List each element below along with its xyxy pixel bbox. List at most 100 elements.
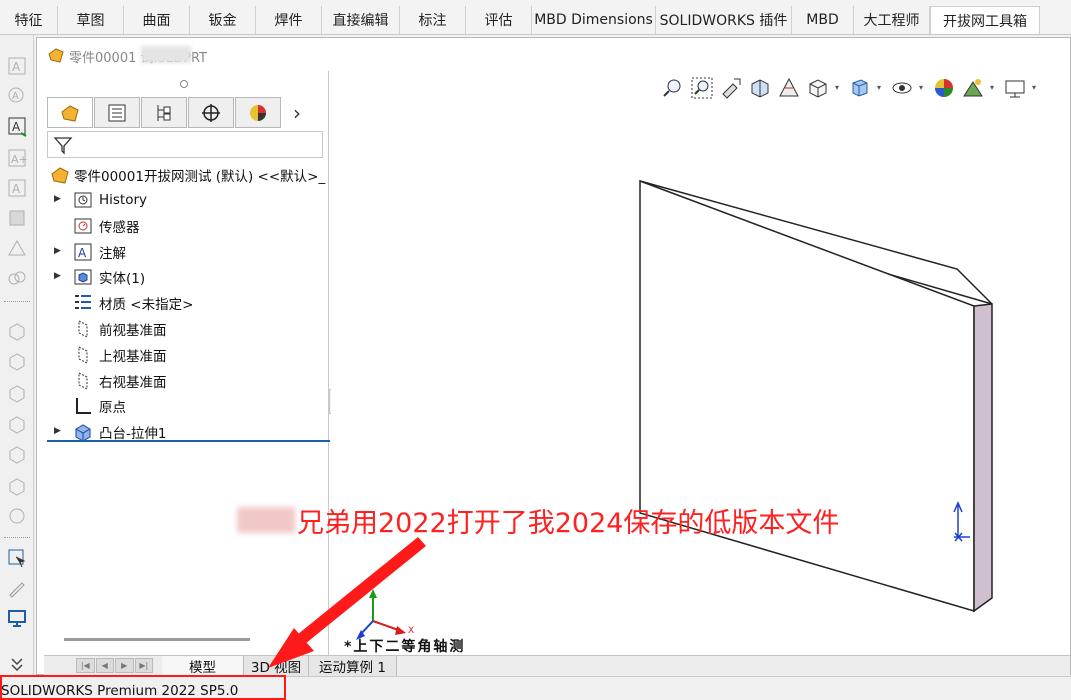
part-side-face[interactable] bbox=[973, 303, 993, 613]
feature-tree-item-label: 材质 <未指定> bbox=[99, 297, 194, 314]
ribbon-tab[interactable]: SOLIDWORKS 插件 bbox=[656, 6, 792, 34]
feature-manager-panel: › 零件00001开拔网测试 (默认) <<默认>_ ▶ History 传感器 ▶ A… bbox=[44, 71, 337, 656]
auto-balloon-icon[interactable]: A+ bbox=[6, 147, 28, 169]
feature-tree-item-label: 右视基准面 bbox=[99, 374, 167, 391]
tree-rollback-bar[interactable] bbox=[47, 440, 330, 442]
redacted-name bbox=[141, 46, 191, 63]
tree-filter-box[interactable] bbox=[47, 131, 323, 158]
svg-text:A: A bbox=[12, 120, 21, 134]
balloon-icon[interactable]: A bbox=[6, 85, 28, 107]
feature-tree-item[interactable]: 传感器 bbox=[44, 214, 329, 238]
tab-feature-manager[interactable] bbox=[47, 97, 93, 128]
annotation-icon: A bbox=[74, 243, 92, 261]
configuration-manager-icon bbox=[157, 104, 171, 121]
graphics-area[interactable]: ▾ ▾ ▾ ▾ ▾ Y X *上下二等角轴测 bbox=[331, 71, 1070, 656]
sensor-icon bbox=[74, 218, 92, 234]
feature-tree-item-label: 实体(1) bbox=[99, 271, 146, 288]
reference-triad[interactable] bbox=[356, 589, 406, 640]
feature-tree-root[interactable]: 零件00001开拔网测试 (默认) <<默认>_ bbox=[44, 163, 329, 187]
ribbon-tab[interactable]: 大工程师 bbox=[854, 6, 930, 34]
document-window: 零件00001 试.SLDPRT › 零件00001开拔网测试 (默认) <<默… bbox=[36, 37, 1071, 676]
part-icon bbox=[48, 48, 64, 63]
feature-tree: 零件00001开拔网测试 (默认) <<默认>_ ▶ History 传感器 ▶ A 注解… bbox=[44, 163, 329, 483]
feature-tree-item[interactable]: 上视基准面 bbox=[44, 343, 329, 367]
ribbon-tab[interactable]: MBD bbox=[792, 6, 854, 34]
smart-note-icon[interactable]: A bbox=[6, 115, 28, 137]
select-pointer-icon[interactable] bbox=[6, 547, 28, 569]
edit-icon[interactable] bbox=[6, 577, 28, 599]
svg-text:A+: A+ bbox=[11, 153, 28, 166]
ribbon-tab[interactable]: 特征 bbox=[0, 6, 58, 34]
tab-scroll-buttons[interactable]: |◀ ◀ ▶ ▶| bbox=[76, 658, 154, 673]
scroll-prev-icon[interactable]: ◀ bbox=[95, 658, 114, 673]
ribbon-tab[interactable]: 草图 bbox=[58, 6, 124, 34]
annotation-text-content: 兄弟用2022打开了我2024保存的低版本文件 bbox=[297, 508, 840, 539]
expand-arrow-icon[interactable]: ▶ bbox=[54, 246, 64, 256]
horizontal-scrollbar[interactable] bbox=[64, 638, 250, 641]
ribbon-tab[interactable]: 开拔网工具箱 bbox=[930, 6, 1040, 34]
feature-tree-item-label: 传感器 bbox=[99, 219, 140, 236]
ribbon-tab[interactable]: 曲面 bbox=[124, 6, 190, 34]
cube-view-icon[interactable] bbox=[6, 413, 28, 435]
triad-x-label: X bbox=[408, 626, 415, 636]
expand-arrow-icon[interactable]: ▶ bbox=[54, 426, 64, 436]
feature-tree-item[interactable]: 原点 bbox=[44, 394, 329, 418]
ribbon-tab[interactable]: 直接编辑 bbox=[322, 6, 400, 34]
plane-icon bbox=[78, 320, 88, 338]
plane-icon bbox=[78, 345, 88, 364]
cube-view-icon[interactable] bbox=[6, 350, 28, 372]
cube-view-icon[interactable] bbox=[6, 382, 28, 404]
feature-tree-item-label: 前视基准面 bbox=[99, 323, 167, 339]
scroll-first-icon[interactable]: |◀ bbox=[76, 658, 95, 673]
ribbon-tab[interactable]: 钣金 bbox=[190, 6, 256, 34]
command-manager-tabs: 特征 草图 曲面 钣金 焊件 直接编辑 标注 评估 MBD Dimensions SOLIDWOR… bbox=[0, 0, 1071, 35]
stacked-balloon-icon[interactable]: A bbox=[6, 177, 28, 199]
display-manager-icon bbox=[250, 104, 266, 121]
expand-arrow-icon[interactable]: ▶ bbox=[54, 271, 64, 281]
tab-model[interactable]: 模型 bbox=[162, 656, 244, 676]
scroll-last-icon[interactable]: ▶| bbox=[134, 658, 153, 673]
weld-symbol-icon[interactable] bbox=[6, 237, 28, 259]
scroll-next-icon[interactable]: ▶ bbox=[115, 658, 134, 673]
feature-tree-item[interactable]: ▶ 实体(1) bbox=[44, 265, 329, 289]
expand-toolbar-icon[interactable] bbox=[6, 653, 28, 675]
cube-view-icon[interactable] bbox=[6, 320, 28, 342]
feature-tree-item[interactable]: 材质 <未指定> bbox=[44, 291, 329, 315]
feature-tree-item[interactable]: ▶ A 注解 bbox=[44, 240, 329, 264]
ribbon-tab[interactable]: 焊件 bbox=[256, 6, 322, 34]
display-icon[interactable] bbox=[6, 607, 28, 629]
feature-tree-item-label: 上视基准面 bbox=[99, 348, 167, 365]
datum-icon[interactable] bbox=[6, 207, 28, 229]
feature-tree-item[interactable]: ▶ History bbox=[44, 188, 329, 212]
sphere-view-icon[interactable] bbox=[6, 505, 28, 527]
tab-3d-views[interactable]: 3D 视图 bbox=[244, 656, 309, 676]
more-tabs-chevron-icon[interactable]: › bbox=[282, 97, 312, 128]
tab-property-manager[interactable] bbox=[94, 97, 140, 128]
feature-tree-item[interactable]: 右视基准面 bbox=[44, 369, 329, 393]
tab-display-manager[interactable] bbox=[235, 97, 281, 128]
tab-configuration-manager[interactable] bbox=[141, 97, 187, 128]
ribbon-tab[interactable]: MBD Dimensions bbox=[532, 6, 656, 34]
part-icon bbox=[51, 167, 69, 184]
ribbon-tab[interactable]: 评估 bbox=[466, 6, 532, 34]
tab-motion-study-1[interactable]: 运动算例 1 bbox=[309, 656, 397, 676]
link-icon[interactable] bbox=[6, 267, 28, 289]
feature-tree-item-label: History bbox=[99, 192, 148, 208]
feature-tree-item[interactable]: 前视基准面 bbox=[44, 317, 329, 341]
feature-tree-item-label: 注解 bbox=[99, 245, 126, 262]
cube-view-icon[interactable] bbox=[6, 475, 28, 497]
expand-arrow-icon[interactable]: ▶ bbox=[54, 194, 64, 204]
solid-bodies-icon bbox=[74, 269, 92, 285]
filter-icon bbox=[53, 137, 73, 155]
svg-text:A: A bbox=[12, 182, 21, 196]
property-manager-icon bbox=[108, 104, 126, 121]
plane-icon bbox=[78, 371, 88, 390]
ribbon-tab[interactable]: 标注 bbox=[400, 6, 466, 34]
note-icon[interactable]: A bbox=[6, 55, 28, 77]
panel-grip-icon[interactable] bbox=[180, 80, 188, 88]
ribbon-tab-strip: 特征 草图 曲面 钣金 焊件 直接编辑 标注 评估 MBD Dimensions SOLIDWOR… bbox=[0, 6, 1040, 34]
history-icon bbox=[74, 192, 92, 208]
part-front-face[interactable] bbox=[639, 179, 975, 613]
tab-dimxpert-manager[interactable] bbox=[188, 97, 234, 128]
cube-view-icon[interactable] bbox=[6, 443, 28, 465]
